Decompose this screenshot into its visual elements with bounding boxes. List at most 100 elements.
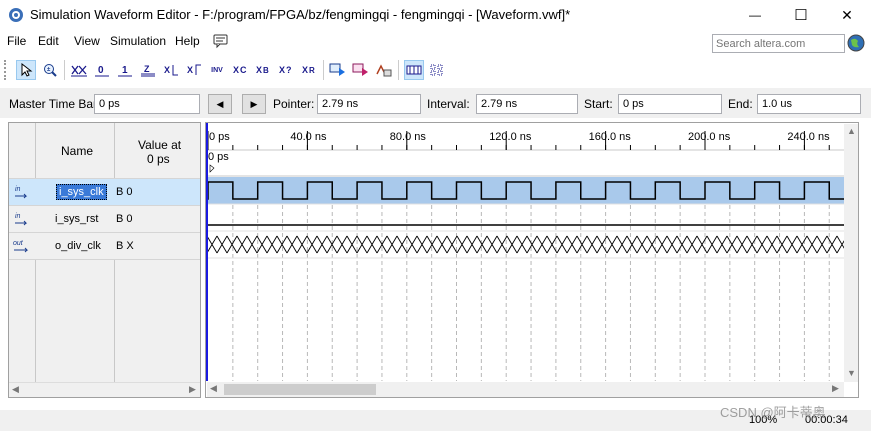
names-horizontal-scrollbar[interactable]: ◀ ▶	[9, 382, 200, 397]
count-value-icon[interactable]	[69, 60, 89, 80]
previous-transition-button[interactable]: ◀	[208, 94, 232, 114]
name-column-header[interactable]: Name	[61, 144, 93, 158]
signal-row-o-div-clk[interactable]: out o_div_clk B X	[9, 233, 200, 259]
unknown-value-cross	[476, 235, 488, 254]
interval-field: 2.79 ns	[476, 94, 578, 114]
unknown-value-cross	[726, 235, 738, 254]
unknown-value-cross	[256, 235, 268, 254]
weak-high-icon[interactable]: X	[184, 60, 204, 80]
count-binary-icon[interactable]: XB	[253, 60, 273, 80]
time-ruler: 0 ps 40.0 ns 80.0 ns 120.0 ns 160.0 ns 200.0 …	[207, 131, 830, 150]
menu-help[interactable]: Help	[175, 34, 200, 48]
waveform-pane[interactable]: 0 ps 40.0 ns 80.0 ns 120.0 ns 160.0 ns 200.0 …	[205, 122, 859, 398]
scroll-right-icon[interactable]: ▶	[832, 383, 839, 394]
column-divider	[35, 123, 36, 397]
value-column-header[interactable]: Value at	[138, 138, 181, 152]
globe-icon[interactable]	[847, 34, 865, 52]
signal-name: o_div_clk	[55, 240, 101, 252]
interval-label: Interval:	[427, 97, 470, 111]
unknown-value-cross	[696, 235, 708, 254]
unknown-value-cross	[416, 235, 428, 254]
window-title: Simulation Waveform Editor - F:/program/…	[30, 7, 571, 22]
svg-text:R: R	[309, 66, 315, 75]
unknown-value-cross	[206, 235, 218, 254]
svg-text:X: X	[256, 65, 262, 75]
ruler-tick-label: 120.0 ns	[489, 131, 532, 143]
unknown-value-cross	[336, 235, 348, 254]
unknown-value-cross	[456, 235, 468, 254]
horizontal-scroll-thumb[interactable]	[224, 384, 376, 395]
signal-row-i-sys-rst[interactable]: in i_sys_rst B 0	[9, 206, 200, 232]
run-functional-sim-icon[interactable]	[328, 60, 348, 80]
start-field[interactable]: 0 ps	[618, 94, 722, 114]
close-button[interactable]: ✕	[824, 0, 870, 30]
pointer-label: Pointer:	[273, 97, 315, 111]
unknown-value-cross	[646, 235, 658, 254]
unknown-value-cross	[366, 235, 378, 254]
menu-file[interactable]: File	[7, 34, 26, 48]
zoom-tool-icon[interactable]: ±	[40, 60, 60, 80]
clock-icon[interactable]: XC	[230, 60, 250, 80]
maximize-button[interactable]: ☐	[778, 0, 824, 30]
weak-low-icon[interactable]: X	[161, 60, 181, 80]
unknown-value-cross	[706, 235, 718, 254]
next-transition-button[interactable]: ▶	[242, 94, 266, 114]
unknown-value-cross	[676, 235, 688, 254]
menu-view[interactable]: View	[74, 34, 100, 48]
grid-icon[interactable]	[427, 60, 447, 80]
svg-text:C: C	[240, 65, 247, 75]
unknown-value-cross	[266, 235, 278, 254]
random-value-icon[interactable]: X?	[276, 60, 296, 80]
menu-edit[interactable]: Edit	[38, 34, 59, 48]
ruler-tick-label: 40.0 ns	[290, 131, 327, 143]
unknown-value-cross	[666, 235, 678, 254]
unknown-value-cross	[466, 235, 478, 254]
chat-icon[interactable]	[213, 33, 229, 49]
svg-text:X: X	[164, 65, 170, 75]
waveform-canvas[interactable]: 0 ps 40.0 ns 80.0 ns 120.0 ns 160.0 ns 200.0 …	[206, 123, 844, 381]
unknown-value-cross	[796, 235, 808, 254]
input-pin-icon: in	[9, 179, 35, 205]
unknown-value-cross	[386, 235, 398, 254]
ruler-tick-label: 240.0 ns	[787, 131, 830, 143]
unknown-value-cross	[276, 235, 288, 254]
column-divider	[114, 123, 115, 397]
snap-to-grid-icon[interactable]	[404, 60, 424, 80]
svg-text:X: X	[187, 65, 193, 75]
scroll-left-icon[interactable]: ◀	[210, 383, 217, 394]
unknown-value-cross	[526, 235, 538, 254]
svg-text:out: out	[13, 240, 24, 247]
unknown-value-cross	[446, 235, 458, 254]
end-field[interactable]: 1.0 us	[757, 94, 861, 114]
horizontal-scrollbar[interactable]: ◀ ▶	[207, 382, 844, 397]
estimate-icon[interactable]	[374, 60, 394, 80]
force-low-icon[interactable]: 0	[92, 60, 112, 80]
unknown-value-cross	[766, 235, 778, 254]
unknown-value-cross	[316, 235, 328, 254]
unknown-value-cross	[396, 235, 408, 254]
master-time-bar-field[interactable]: 0 ps	[94, 94, 200, 114]
unknown-value-cross	[356, 235, 368, 254]
svg-text:1: 1	[122, 65, 128, 76]
run-timing-sim-icon[interactable]	[351, 60, 371, 80]
menu-simulation[interactable]: Simulation	[110, 34, 166, 48]
search-input[interactable]	[712, 34, 845, 53]
vertical-scrollbar[interactable]: ▲ ▼	[844, 124, 858, 382]
unknown-value-cross	[736, 235, 748, 254]
svg-text:X: X	[302, 65, 308, 75]
overwrite-clock-icon[interactable]: XR	[299, 60, 319, 80]
signal-value: B 0	[116, 186, 133, 198]
unknown-value-cross	[586, 235, 598, 254]
invert-icon[interactable]: INV	[207, 60, 227, 80]
force-hi-z-icon[interactable]: Z	[138, 60, 158, 80]
master-time-bar-label: Master Time Bar:	[9, 97, 101, 111]
unknown-value-cross	[826, 235, 838, 254]
force-high-icon[interactable]: 1	[115, 60, 135, 80]
toolbar-grip[interactable]	[4, 60, 7, 80]
minimize-button[interactable]: —	[732, 0, 778, 30]
pointer-tool-icon[interactable]	[16, 60, 36, 80]
waveform-o-div-clk[interactable]	[206, 235, 844, 254]
signal-row-i-sys-clk[interactable]: in i_sys_clk B 0	[9, 179, 200, 205]
selected-row-highlight	[206, 177, 844, 204]
unknown-value-cross	[436, 235, 448, 254]
